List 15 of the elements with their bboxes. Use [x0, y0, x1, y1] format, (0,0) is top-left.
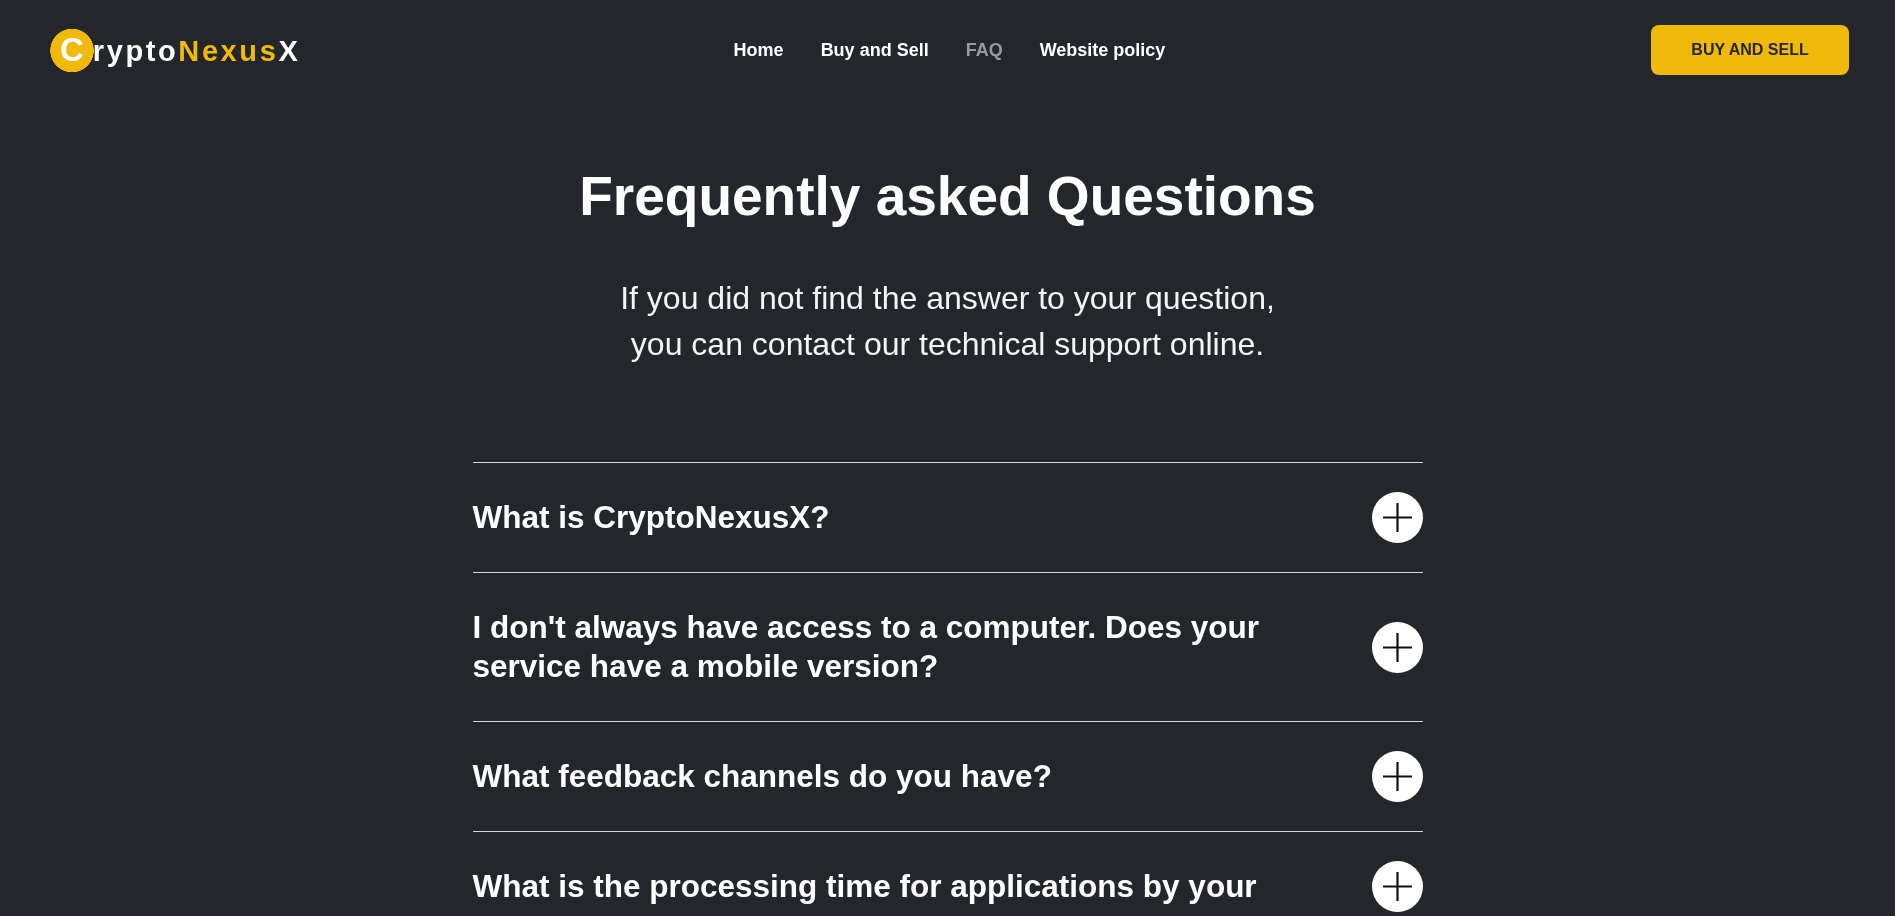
nav-link[interactable]: FAQ — [965, 39, 1003, 61]
page-subtitle: If you did not find the answer to your question, you can contact our technical support online. — [620, 279, 1275, 364]
nav-link[interactable]: Home — [733, 39, 784, 61]
nav-link[interactable]: Website policy — [1039, 39, 1166, 61]
faq-question[interactable]: What feedback channels do you have? — [472, 757, 1052, 796]
faq-question[interactable]: I don't always have access to a computer. Does your service have a mobile version? — [472, 608, 1323, 686]
plus-icon[interactable] — [1371, 861, 1423, 912]
page-title: Frequently asked Questions — [579, 164, 1316, 229]
buy-and-sell-button[interactable]: BUY AND SELL — [1651, 25, 1849, 75]
faq-question[interactable]: What is the processing time for applications by your — [472, 867, 1257, 906]
plus-icon[interactable] — [1371, 621, 1423, 673]
faq-question[interactable]: What is CryptoNexusX? — [472, 498, 830, 537]
plus-icon[interactable] — [1371, 751, 1423, 802]
plus-icon[interactable] — [1371, 492, 1423, 543]
nav-link[interactable]: Buy and Sell — [820, 39, 929, 61]
